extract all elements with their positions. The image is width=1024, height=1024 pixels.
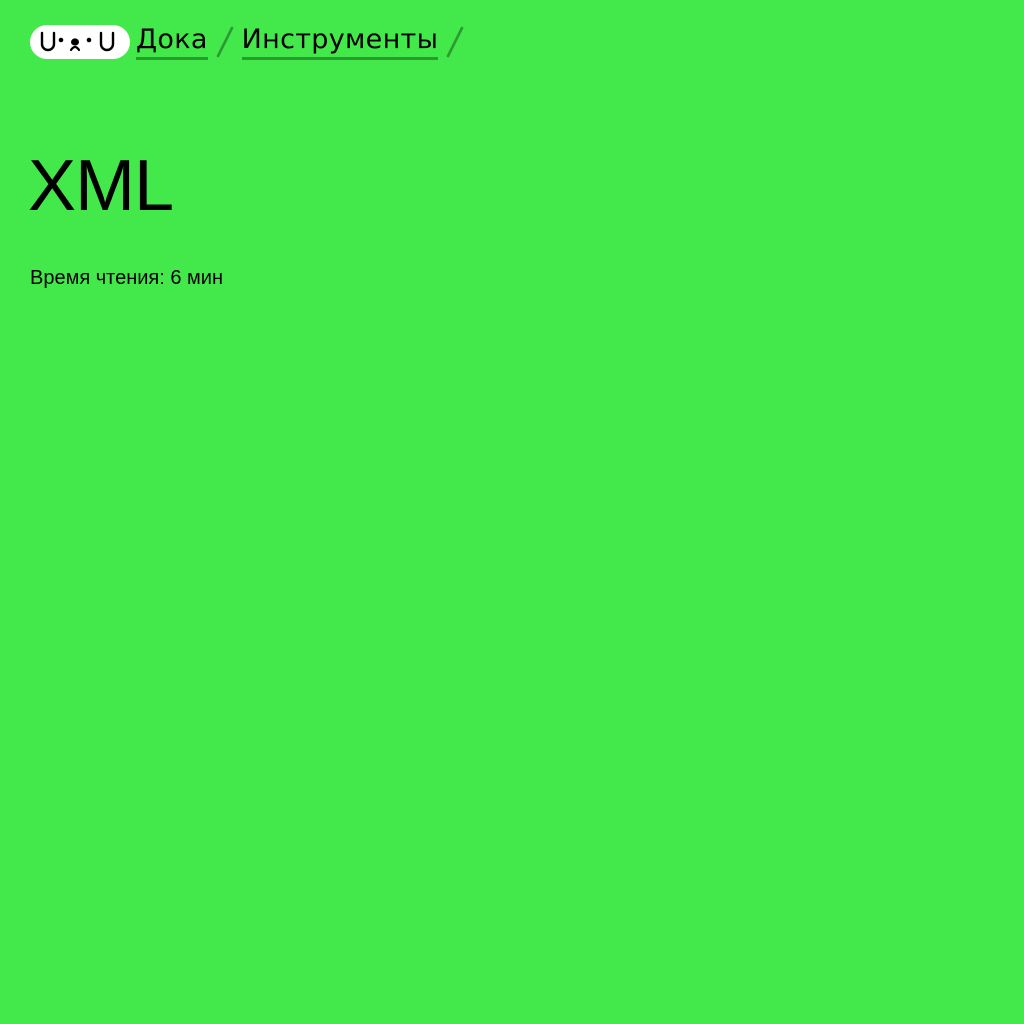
reading-time: Время чтения: 6 мин <box>30 266 223 290</box>
page-title: XML <box>28 146 174 226</box>
breadcrumb-instrumenty[interactable]: Инструменты <box>241 24 439 60</box>
slash-separator-icon <box>438 24 472 60</box>
slash-separator-icon <box>208 24 242 60</box>
doka-dog-face-logo-icon <box>40 31 115 52</box>
reading-time-value: 6 мин <box>170 267 224 289</box>
site-header: Дока Инструменты <box>30 22 472 62</box>
logo-link[interactable] <box>30 25 130 59</box>
reading-time-label: Время чтения: <box>30 267 165 289</box>
breadcrumb-doka[interactable]: Дока <box>136 24 208 60</box>
